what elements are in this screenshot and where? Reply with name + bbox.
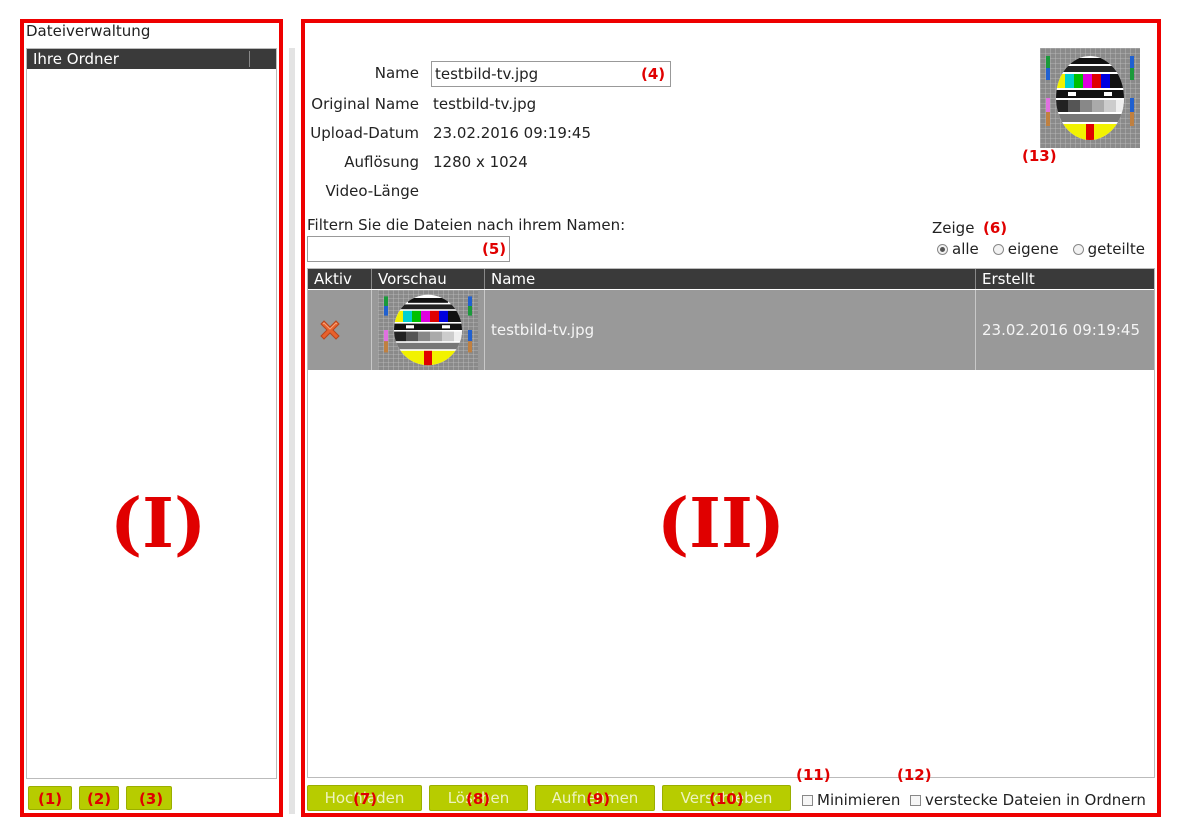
annotation-9: (9) (586, 790, 611, 808)
region-label-main: (II) (657, 484, 785, 564)
cell-name: testbild-tv.jpg (485, 290, 976, 370)
name-input[interactable] (431, 61, 671, 87)
radio-shared-label: geteilte (1087, 240, 1145, 258)
column-separator (249, 51, 250, 67)
show-label: Zeige (932, 219, 975, 237)
video-length-label: Video-Länge (325, 182, 419, 200)
column-header-name[interactable]: Name (485, 269, 976, 289)
annotation-7: (7) (353, 790, 378, 808)
radio-own-label: eigene (1007, 240, 1059, 258)
cell-preview (372, 290, 485, 370)
folder-tree-header: Ihre Ordner (27, 49, 276, 69)
annotation-2: (2) (87, 790, 112, 808)
annotation-1: (1) (38, 790, 63, 808)
panel-title: Dateiverwaltung (26, 22, 151, 40)
cell-created: 23.02.2016 09:19:45 (982, 321, 1141, 339)
annotation-12: (12) (897, 766, 932, 784)
hide-files-checkbox[interactable] (910, 794, 921, 806)
name-label: Name (374, 64, 419, 82)
radio-all-button[interactable] (937, 243, 948, 255)
column-header-active[interactable]: Aktiv (308, 269, 372, 289)
filter-input[interactable] (307, 236, 510, 262)
radio-shared-button[interactable] (1072, 243, 1084, 255)
annotation-4: (4) (641, 65, 666, 83)
resolution-label: Auflösung (344, 153, 419, 171)
panel-splitter[interactable] (289, 48, 295, 814)
resolution-value: 1280 x 1024 (433, 153, 528, 171)
cell-active (308, 290, 372, 370)
radio-option-all[interactable]: alle (937, 240, 979, 258)
minimize-option[interactable]: Minimieren (802, 791, 900, 809)
column-header-preview[interactable]: Vorschau (372, 269, 485, 289)
annotation-10: (10) (709, 790, 744, 808)
folder-tree-header-label: Ihre Ordner (33, 50, 119, 68)
radio-option-shared[interactable]: geteilte (1072, 240, 1145, 258)
filter-label: Filtern Sie die Dateien nach ihrem Namen… (307, 216, 626, 234)
hide-files-label: verstecke Dateien in Ordnern (925, 791, 1146, 809)
original-name-label: Original Name (311, 95, 419, 113)
annotation-11: (11) (796, 766, 831, 784)
annotation-6: (6) (983, 219, 1008, 237)
annotation-5: (5) (482, 240, 507, 258)
row-thumbnail (378, 290, 478, 370)
preview-thumbnail (1040, 48, 1140, 148)
annotation-13: (13) (1022, 147, 1057, 165)
annotation-8: (8) (466, 790, 491, 808)
region-label-left: (I) (110, 484, 207, 564)
hide-files-option[interactable]: verstecke Dateien in Ordnern (910, 791, 1146, 809)
delete-x-icon[interactable] (317, 317, 343, 343)
radio-own-button[interactable] (992, 243, 1004, 255)
column-header-created[interactable]: Erstellt (976, 269, 1154, 289)
show-radio-group: alle eigene geteilte (937, 240, 1145, 258)
upload-date-label: Upload-Datum (310, 124, 419, 142)
minimize-label: Minimieren (817, 791, 901, 809)
annotation-3: (3) (139, 790, 164, 808)
original-name-value: testbild-tv.jpg (433, 95, 537, 113)
upload-date-value: 23.02.2016 09:19:45 (433, 124, 592, 142)
folder-tree[interactable]: Ihre Ordner (26, 48, 277, 779)
table-header: Aktiv Vorschau Name Erstellt (308, 269, 1154, 289)
radio-all-label: alle (952, 240, 979, 258)
minimize-checkbox[interactable] (802, 794, 813, 806)
table-row[interactable]: testbild-tv.jpg 23.02.2016 09:19:45 (308, 290, 1154, 370)
radio-option-own[interactable]: eigene (992, 240, 1059, 258)
